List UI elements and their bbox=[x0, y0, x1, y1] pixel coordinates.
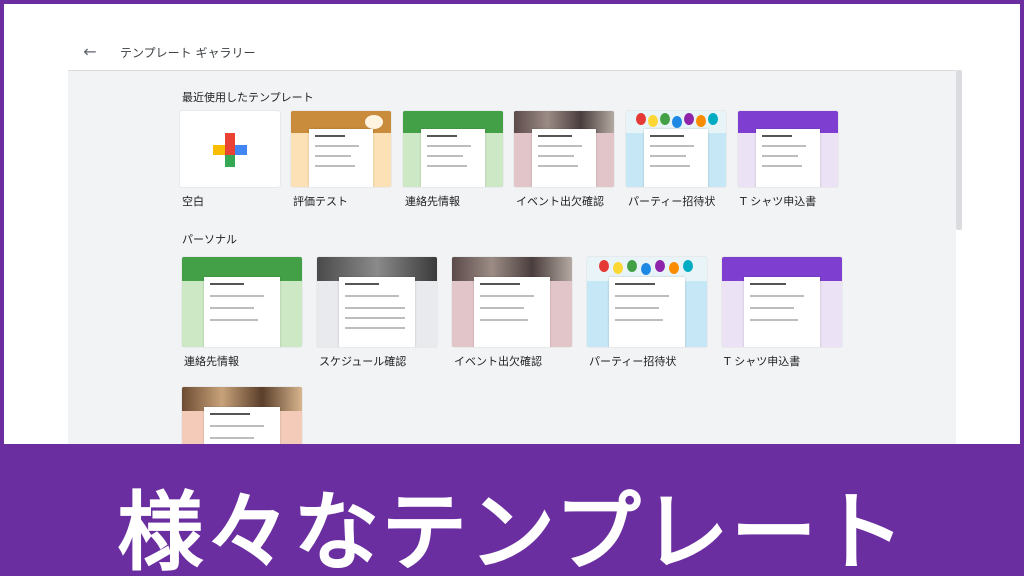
plus-icon-center bbox=[225, 145, 235, 155]
card-label: 連絡先情報 bbox=[184, 355, 239, 368]
template-card-rsvp[interactable] bbox=[452, 257, 572, 347]
section-title-recent: 最近使用したテンプレート bbox=[182, 91, 314, 104]
scrollbar[interactable] bbox=[956, 70, 962, 230]
page-title: テンプレート ギャラリー bbox=[120, 46, 256, 60]
page-header: ← テンプレート ギャラリー bbox=[4, 4, 1020, 70]
card-label: 評価テスト bbox=[293, 195, 348, 208]
template-card-tshirt[interactable] bbox=[738, 111, 838, 187]
card-label: 空白 bbox=[182, 195, 204, 208]
template-card-party[interactable] bbox=[626, 111, 726, 187]
form-preview bbox=[744, 277, 820, 347]
template-card-event-registration[interactable] bbox=[182, 387, 302, 444]
template-card-party[interactable] bbox=[587, 257, 707, 347]
banner-text: 様々なテンプレート bbox=[117, 483, 907, 576]
app-window: ← テンプレート ギャラリー 最近使用したテンプレート 空白 評価テスト 連絡先… bbox=[4, 4, 1020, 444]
template-card-contact[interactable] bbox=[182, 257, 302, 347]
card-label: T シャツ申込書 bbox=[740, 195, 817, 208]
form-preview bbox=[532, 129, 596, 187]
template-card-tshirt[interactable] bbox=[722, 257, 842, 347]
card-label: T シャツ申込書 bbox=[724, 355, 801, 368]
card-label: イベント出欠確認 bbox=[454, 355, 542, 368]
card-label: パーティー招待状 bbox=[589, 355, 677, 368]
form-preview bbox=[309, 129, 373, 187]
card-label: スケジュール確認 bbox=[319, 355, 407, 368]
template-card-quiz[interactable] bbox=[291, 111, 391, 187]
form-preview bbox=[756, 129, 820, 187]
template-card-blank[interactable] bbox=[180, 111, 280, 187]
card-label: 連絡先情報 bbox=[405, 195, 460, 208]
caption-banner: 様々なテンプレート bbox=[0, 444, 1024, 576]
section-title-personal: パーソナル bbox=[182, 233, 237, 246]
form-preview bbox=[204, 407, 280, 444]
form-preview bbox=[421, 129, 485, 187]
form-preview bbox=[609, 277, 685, 347]
card-label: パーティー招待状 bbox=[628, 195, 716, 208]
template-gallery: 最近使用したテンプレート 空白 評価テスト 連絡先情報 イベント出欠確認 パーテ… bbox=[68, 70, 956, 444]
form-preview bbox=[474, 277, 550, 347]
coffee-cup-icon bbox=[365, 115, 383, 129]
template-card-rsvp[interactable] bbox=[514, 111, 614, 187]
form-preview bbox=[644, 129, 708, 187]
card-label: イベント出欠確認 bbox=[516, 195, 604, 208]
template-card-schedule[interactable] bbox=[317, 257, 437, 347]
arrow-back-icon[interactable]: ← bbox=[80, 42, 100, 62]
form-preview bbox=[204, 277, 280, 347]
form-preview bbox=[339, 277, 415, 347]
template-card-contact[interactable] bbox=[403, 111, 503, 187]
